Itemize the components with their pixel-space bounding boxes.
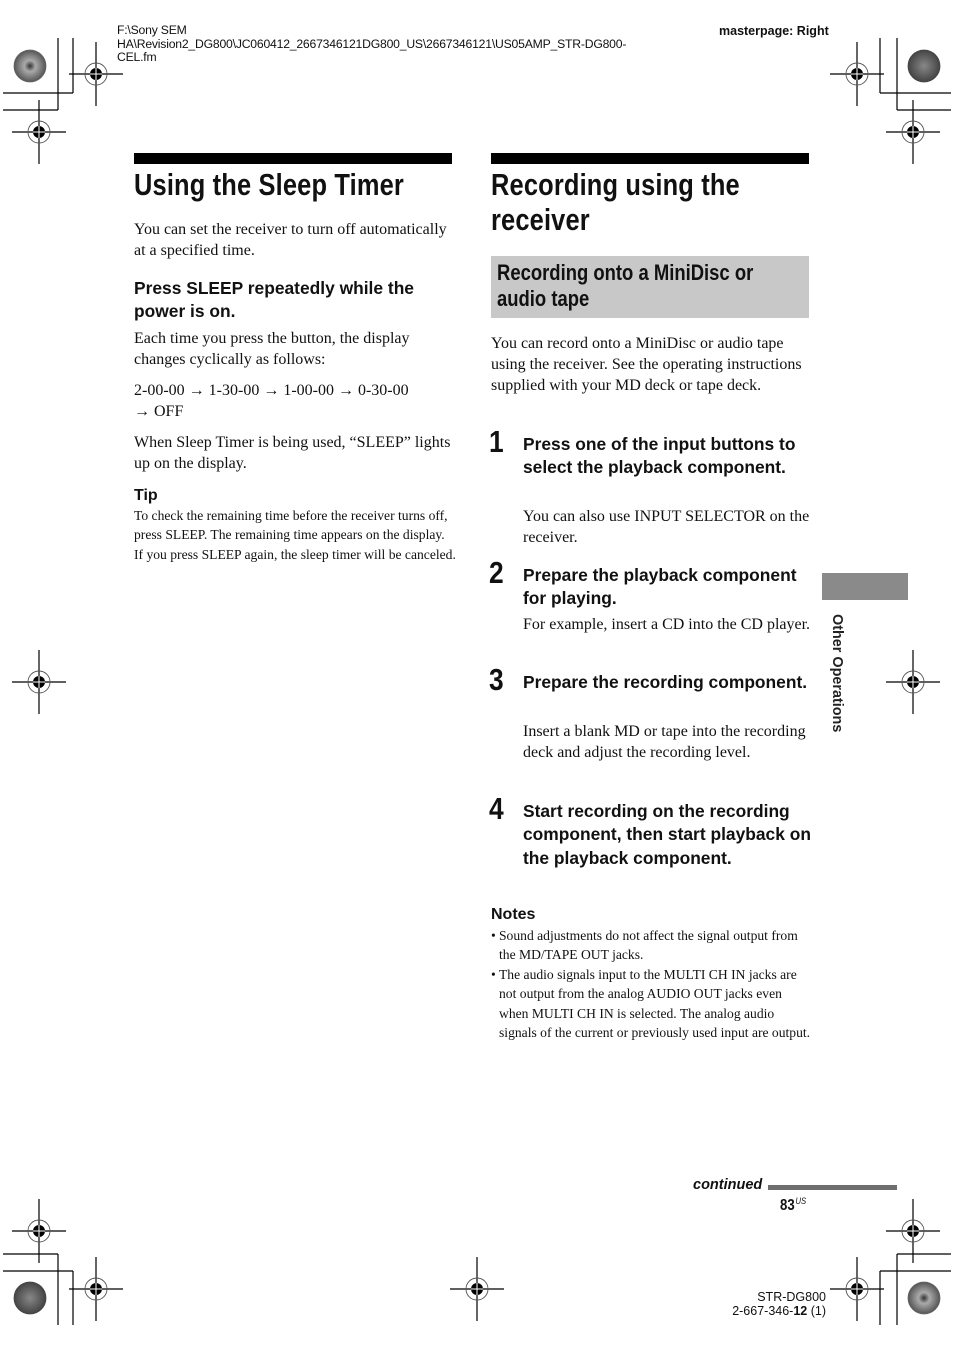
registration-mark bbox=[449, 1256, 505, 1322]
note-text: Sound adjustments do not affect the sign… bbox=[499, 928, 798, 963]
sleep-timer-cycle-intro: Each time you press the button, the disp… bbox=[134, 330, 410, 369]
registration-mark bbox=[885, 649, 941, 715]
tip-label: Tip bbox=[134, 487, 158, 504]
notes-label: Notes bbox=[491, 906, 536, 923]
section-title-recording: Recording using the receiver bbox=[491, 167, 740, 237]
subheading-line: audio tape bbox=[497, 286, 590, 311]
cycle-value: OFF bbox=[154, 403, 184, 421]
subheading-recording-minidisc: Recording onto a MiniDisc or audio tape bbox=[497, 260, 753, 312]
part-number-revision: 12 bbox=[793, 1304, 808, 1318]
masterpage-label: masterpage: Right bbox=[719, 24, 829, 38]
note-text: The audio signals input to the MULTI CH … bbox=[499, 966, 811, 1041]
file-path-line: CEL.fm bbox=[117, 50, 157, 64]
registration-mark bbox=[885, 1198, 941, 1264]
step-heading: Prepare the recording component. bbox=[523, 672, 808, 692]
arrow-right-icon: → bbox=[134, 403, 150, 421]
cycle-value: 1-00-00 bbox=[283, 382, 334, 399]
bullet-icon: • bbox=[491, 966, 496, 982]
corner-mark-bottom-left bbox=[3, 1253, 74, 1325]
registration-mark bbox=[11, 99, 67, 165]
part-number: 2-667-346-12 (1) bbox=[700, 1304, 826, 1318]
tip-text: To check the remaining time before the r… bbox=[134, 508, 456, 562]
part-number-suffix: (1) bbox=[807, 1304, 826, 1318]
registration-mark bbox=[11, 649, 67, 715]
file-path-header: F:\Sony SEM HA\Revision2_DG800\JC060412_… bbox=[117, 23, 717, 65]
page-number-suffix: US bbox=[795, 1196, 807, 1206]
step-number: 4 bbox=[489, 791, 504, 826]
chapter-tab-marker bbox=[822, 573, 908, 600]
registration-mark bbox=[829, 1256, 885, 1322]
step-heading: Prepare the playback component for playi… bbox=[523, 565, 797, 609]
registration-mark bbox=[11, 1198, 67, 1264]
file-path-line: F:\Sony SEM bbox=[117, 23, 187, 37]
registration-mark bbox=[68, 41, 124, 107]
step-heading: Start recording on the recording compone… bbox=[523, 801, 811, 868]
corner-mark-top-left bbox=[3, 38, 74, 111]
sleep-timer-cycle-sequence: 2-00-00 → 1-30-00 → 1-00-00 → 0-30-00 → … bbox=[134, 380, 454, 422]
file-path-line: HA\Revision2_DG800\JC060412_2667346121DG… bbox=[117, 36, 627, 51]
title-line: Recording using the bbox=[491, 167, 740, 202]
step-heading: Press one of the input buttons to select… bbox=[523, 434, 796, 478]
step-number: 3 bbox=[489, 662, 504, 697]
section-rule-left bbox=[134, 153, 452, 164]
step-number: 1 bbox=[489, 424, 504, 459]
notes-list: • Sound adjustments do not affect the si… bbox=[491, 926, 813, 1042]
step-body: You can also use INPUT SELECTOR on the r… bbox=[523, 508, 810, 547]
corner-mark-top-right bbox=[879, 38, 951, 111]
note-item: • Sound adjustments do not affect the si… bbox=[491, 926, 813, 965]
chapter-tab-label: Other Operations bbox=[826, 614, 848, 774]
step-number: 2 bbox=[489, 555, 504, 590]
arrow-right-icon: → bbox=[263, 382, 280, 399]
bullet-icon: • bbox=[491, 928, 496, 943]
cycle-value: 2-00-00 bbox=[134, 382, 185, 399]
registration-mark bbox=[68, 1256, 124, 1322]
step-body: Insert a blank MD or tape into the recor… bbox=[523, 723, 806, 762]
note-item: • The audio signals input to the MULTI C… bbox=[491, 965, 813, 1043]
registration-mark bbox=[885, 99, 941, 165]
sleep-timer-instruction: Press SLEEP repeatedly while the power i… bbox=[134, 278, 414, 322]
arrow-right-icon: → bbox=[337, 382, 354, 399]
subheading-line: Recording onto a MiniDisc or bbox=[497, 260, 754, 285]
arrow-right-icon: → bbox=[188, 382, 205, 399]
title-line: receiver bbox=[491, 202, 590, 237]
registration-mark bbox=[829, 41, 885, 107]
page-number-value: 83 bbox=[780, 1197, 795, 1214]
cycle-value: 0-30-00 bbox=[357, 382, 409, 399]
section-rule-right bbox=[491, 153, 809, 164]
chapter-tab-text: Other Operations bbox=[829, 614, 845, 733]
step-body: For example, insert a CD into the CD pla… bbox=[523, 616, 811, 633]
corner-mark-bottom-right bbox=[879, 1253, 951, 1325]
continued-label: continued bbox=[693, 1177, 763, 1193]
part-number-prefix: 2-667-346- bbox=[732, 1304, 794, 1318]
continued-bar bbox=[768, 1185, 897, 1190]
recording-intro: You can record onto a MiniDisc or audio … bbox=[491, 335, 802, 395]
section-title-sleep-timer: Using the Sleep Timer bbox=[134, 167, 404, 202]
cycle-value: 1-30-00 bbox=[208, 382, 260, 399]
model-number: STR-DG800 bbox=[757, 1290, 826, 1304]
sleep-timer-intro: You can set the receiver to turn off aut… bbox=[134, 221, 447, 260]
sleep-indicator-note: When Sleep Timer is being used, “SLEEP” … bbox=[134, 434, 451, 473]
page-number: 83US bbox=[780, 1196, 806, 1215]
